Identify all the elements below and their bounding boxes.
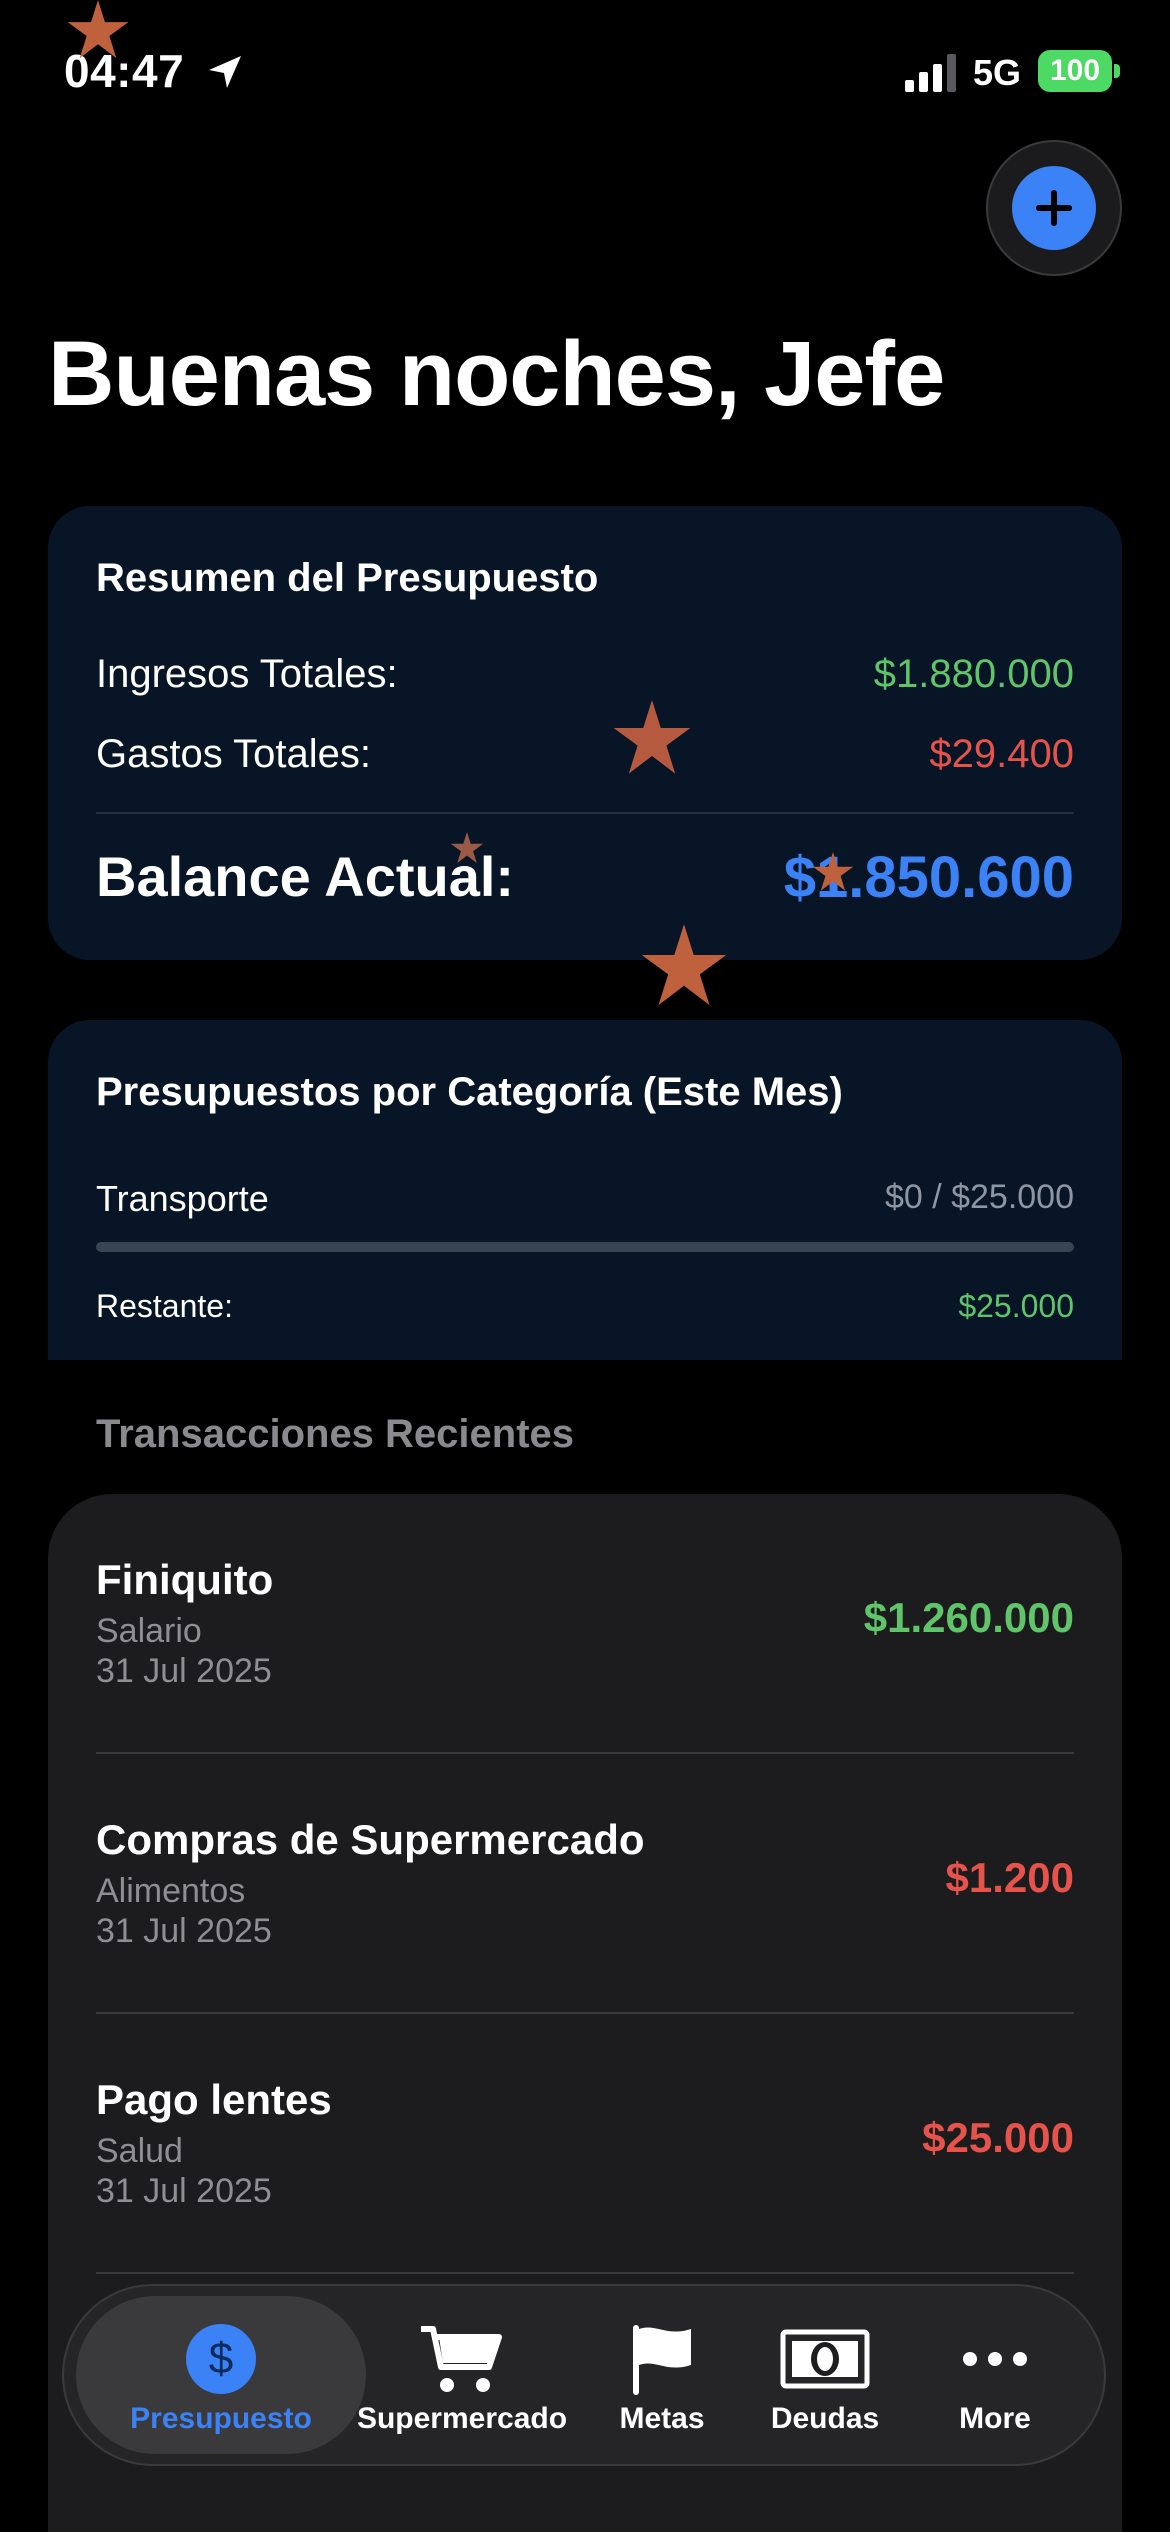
tab-metas[interactable]: Metas — [592, 2286, 732, 2464]
page-title: Buenas noches, Jefe — [48, 323, 945, 425]
decorative-star-icon — [613, 700, 691, 774]
add-transaction-button[interactable] — [986, 140, 1122, 276]
tab-deudas[interactable]: Deudas — [740, 2286, 910, 2464]
tab-label: More — [959, 2402, 1031, 2435]
battery-level: 100 — [1049, 54, 1101, 87]
battery-icon: 100 — [1038, 50, 1112, 92]
remaining-value: $25.000 — [958, 1288, 1074, 1324]
location-arrow-icon — [209, 56, 241, 88]
category-name: Transporte — [96, 1178, 269, 1219]
remaining-label: Restante: — [96, 1288, 233, 1324]
svg-text:$: $ — [209, 2334, 233, 2383]
decorative-star-icon — [67, 0, 129, 59]
category-progress-bar — [96, 1242, 1074, 1252]
tab-presupuesto[interactable]: $ Presupuesto — [76, 2286, 366, 2464]
decorative-star-icon — [812, 852, 854, 891]
summary-title: Resumen del Presupuesto — [96, 556, 599, 600]
budget-summary-card: Resumen del Presupuesto Ingresos Totales… — [48, 506, 1122, 960]
dollar-circle-icon: $ — [185, 2322, 257, 2396]
category-budgets-card: Presupuestos por Categoría (Este Mes) Tr… — [48, 1020, 1122, 1360]
expenses-label: Gastos Totales: — [96, 732, 371, 776]
summary-divider — [96, 812, 1074, 814]
transaction-row[interactable]: Compras de Supermercado Alimentos 31 Jul… — [48, 1754, 1122, 2014]
decorative-star-icon — [641, 924, 727, 1006]
screen: 04:47 5G 100 Buenas noches, Jefe Resumen… — [0, 0, 1170, 2532]
transaction-amount: $1.200 — [945, 1854, 1074, 1901]
row-divider — [96, 2272, 1074, 2274]
transaction-row[interactable]: Finiquito Salario 31 Jul 2025 $1.260.000 — [48, 1494, 1122, 1754]
transaction-category: Salario — [96, 1612, 202, 1650]
status-bar: 04:47 5G 100 — [0, 0, 1170, 140]
transaction-date: 31 Jul 2025 — [96, 1912, 272, 1950]
tab-label: Supermercado — [356, 2402, 568, 2435]
battery-nub — [1114, 64, 1120, 78]
transaction-title: Finiquito — [96, 1556, 274, 1603]
income-value: $1.880.000 — [873, 652, 1074, 696]
transaction-title: Compras de Supermercado — [96, 1816, 645, 1863]
transaction-row[interactable]: Pago lentes Salud 31 Jul 2025 $25.000 — [48, 2014, 1122, 2274]
transaction-category: Alimentos — [96, 1872, 246, 1910]
income-label: Ingresos Totales: — [96, 652, 398, 696]
ellipsis-icon — [960, 2322, 1030, 2396]
tab-label: Deudas — [770, 2402, 880, 2435]
banknote-icon — [780, 2322, 870, 2396]
transaction-date: 31 Jul 2025 — [96, 1652, 272, 1690]
tab-bar: $ Presupuesto Supermercado Metas Deudas … — [62, 2284, 1106, 2466]
cellular-signal-icon — [905, 54, 956, 92]
recent-transactions-header: Transacciones Recientes — [96, 1412, 575, 1456]
add-button-circle[interactable] — [1012, 166, 1096, 250]
tab-label: Presupuesto — [130, 2402, 312, 2435]
transaction-title: Pago lentes — [96, 2076, 332, 2123]
tab-label: Metas — [619, 2402, 705, 2435]
category-amount: $0 / $25.000 — [884, 1178, 1074, 1216]
cart-icon — [419, 2322, 505, 2396]
flag-icon — [627, 2322, 697, 2396]
plus-icon — [1036, 190, 1072, 226]
expenses-value: $29.400 — [929, 732, 1074, 776]
decorative-star-icon — [450, 832, 484, 863]
transaction-category: Salud — [96, 2132, 183, 2170]
transaction-amount: $25.000 — [922, 2114, 1074, 2161]
tab-supermercado[interactable]: Supermercado — [342, 2286, 582, 2464]
network-type: 5G — [973, 52, 1022, 93]
transaction-amount: $1.260.000 — [863, 1594, 1074, 1641]
tab-more[interactable]: More — [920, 2286, 1070, 2464]
categories-title: Presupuestos por Categoría (Este Mes) — [96, 1070, 843, 1114]
transaction-date: 31 Jul 2025 — [96, 2172, 272, 2210]
